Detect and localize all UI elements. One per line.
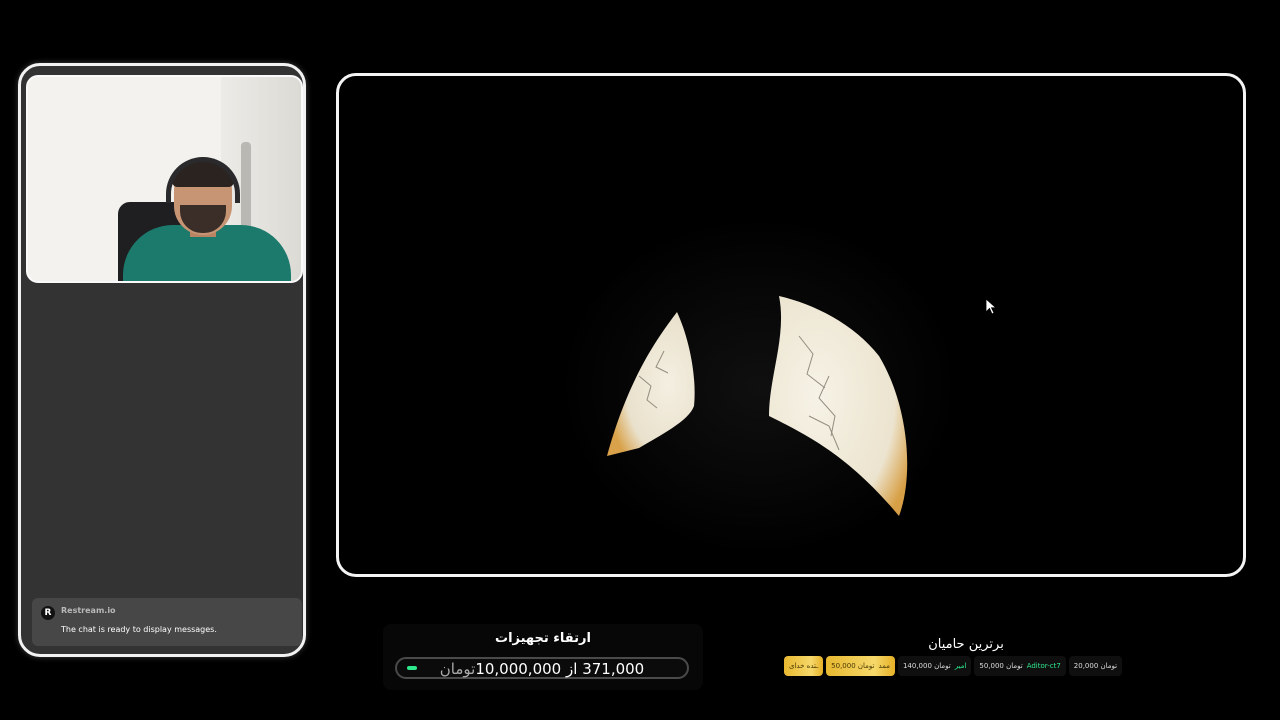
goal-progress-fill	[407, 666, 417, 670]
goal-target: 10,000,000	[475, 660, 562, 678]
equipment-goal-widget: ارتقاء تجهیزات 371,000 از 10,000,000توما…	[383, 624, 703, 690]
goal-separator: از	[565, 660, 578, 678]
chat-sender: Restream.io	[61, 606, 116, 615]
goal-progress-text: 371,000 از 10,000,000تومان	[433, 660, 651, 678]
sponsor-chip: 20,000 تومان	[1068, 656, 1123, 676]
game-capture[interactable]	[336, 73, 1246, 577]
restream-logo-icon: R	[41, 606, 55, 620]
sponsor-name: Aditor-ct7	[1026, 662, 1061, 670]
stream-side-panel: R Restream.io The chat is ready to displ…	[18, 63, 306, 657]
sponsor-amount: 50,000 تومان	[979, 662, 1023, 670]
equipment-goal-title: ارتقاء تجهیزات	[495, 631, 591, 646]
top-sponsors-title: برترین حامیان	[928, 637, 1004, 652]
goal-unit: تومان	[439, 660, 476, 678]
top-sponsors-list: ـتده خدای 50,000 تومان ممد 140,000 تومان امی…	[784, 656, 1144, 678]
webcam-pipe	[241, 142, 251, 232]
webcam-feed	[26, 75, 303, 283]
mouse-cursor-icon	[985, 298, 998, 315]
goal-current: 371,000	[582, 660, 645, 678]
sponsor-name: ممد	[878, 662, 890, 670]
goal-progress-bar: 371,000 از 10,000,000تومان	[395, 657, 689, 679]
sponsor-amount: 50,000 تومان	[831, 662, 875, 670]
sponsor-chip: 140,000 تومان امیر	[897, 656, 972, 676]
sponsor-amount: ـتده خدای	[789, 662, 819, 670]
chat-text: The chat is ready to display messages.	[61, 625, 217, 634]
sponsor-name: امیر	[954, 662, 967, 670]
sponsor-chip: 50,000 تومان ممد	[826, 656, 895, 676]
sponsor-amount: 140,000 تومان	[902, 662, 951, 670]
sponsor-amount: 20,000 تومان	[1073, 662, 1118, 670]
sponsor-chip: 50,000 تومان Aditor-ct7	[974, 656, 1066, 676]
cave-scene	[559, 216, 959, 556]
sponsor-chip: ـتده خدای	[784, 656, 824, 676]
chat-message: R Restream.io The chat is ready to displ…	[32, 598, 302, 646]
